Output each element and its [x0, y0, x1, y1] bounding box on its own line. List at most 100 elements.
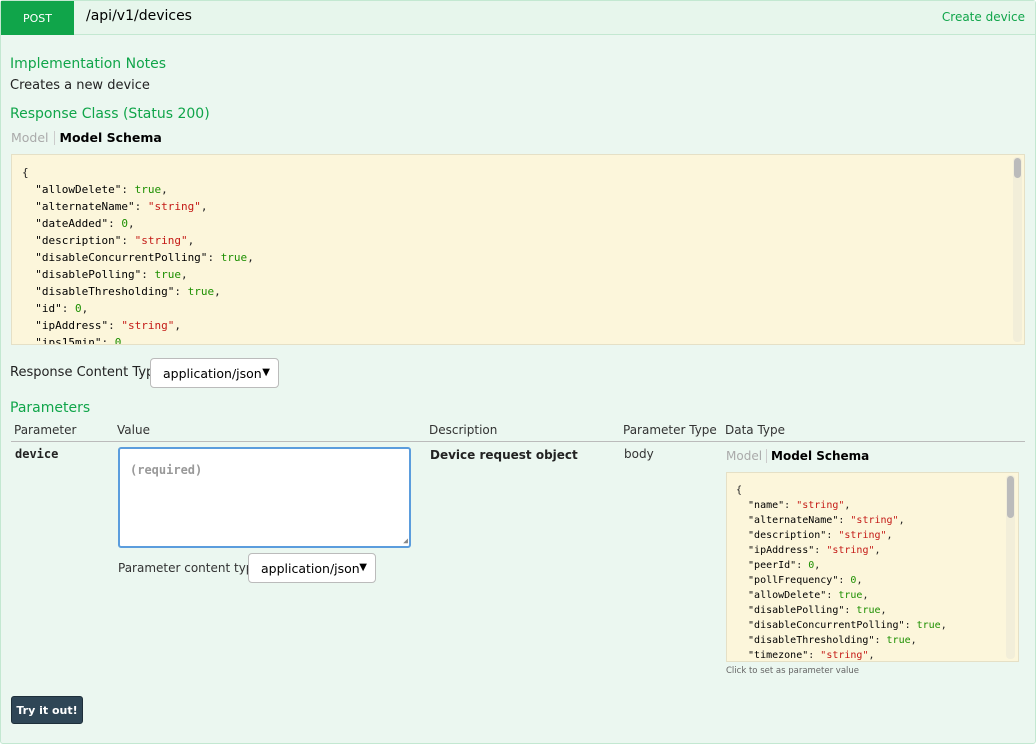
param-schema-key: "disableConcurrentPolling": [736, 620, 905, 631]
response-schema-key: "disableThresholding": [22, 285, 175, 298]
response-schema-value: true: [187, 285, 215, 298]
response-schema-line: "disableThresholding": true,: [22, 283, 1014, 300]
column-header-value: Value: [117, 423, 150, 437]
param-schema-colon: :: [796, 560, 809, 571]
param-schema-colon: :: [904, 620, 917, 631]
param-schema-key: "peerId": [736, 560, 797, 571]
response-schema-line: "id": 0,: [22, 300, 1014, 317]
implementation-notes-text: Creates a new device: [10, 78, 150, 93]
param-schema-line: "disablePolling": true,: [736, 603, 1009, 618]
param-schema-colon: :: [826, 530, 839, 541]
response-schema-value: "string": [134, 234, 188, 247]
response-schema-colon: :: [121, 234, 135, 247]
response-schema-colon: :: [141, 268, 155, 281]
response-schema-line: "disablePolling": true,: [22, 266, 1014, 283]
response-model-schema[interactable]: { "allowDelete": true, "alternateName": …: [11, 154, 1025, 345]
param-schema-value: true: [916, 620, 941, 631]
param-content-type-value: application/json: [261, 560, 360, 576]
http-method-badge[interactable]: POST: [1, 1, 74, 35]
param-schema-value: true: [886, 635, 911, 646]
operation-panel: POST /api/v1/devices Create device Imple…: [0, 0, 1036, 744]
param-schema-value: "string": [820, 650, 869, 661]
resize-handle-icon[interactable]: ◢: [403, 536, 408, 545]
param-schema-value: "string": [826, 545, 875, 556]
param-schema-line: "name": "string",: [736, 498, 1009, 513]
param-schema-line: "disableThresholding": true,: [736, 633, 1009, 648]
parameters-header-divider: [11, 441, 1025, 442]
response-schema-colon: :: [134, 200, 148, 213]
param-schema-comma: ,: [898, 515, 905, 526]
param-content-type-select[interactable]: application/json ▼: [248, 553, 376, 583]
column-header-parameter-type: Parameter Type: [623, 423, 717, 437]
tab-divider: [766, 449, 768, 463]
tab-model[interactable]: Model: [11, 130, 49, 145]
param-schema-comma: ,: [940, 620, 947, 631]
response-schema-line: "ips15min": 0,: [22, 334, 1014, 345]
param-tab-model-schema[interactable]: Model Schema: [771, 449, 869, 463]
param-schema-value: "string": [796, 500, 845, 511]
param-schema-scroll-thumb[interactable]: [1007, 476, 1014, 518]
response-schema-colon: :: [121, 183, 135, 196]
response-schema-key: "dateAdded": [22, 217, 109, 230]
param-schema-colon: :: [784, 500, 797, 511]
param-schema-key: "allowDelete": [736, 590, 827, 601]
param-tab-model[interactable]: Model: [726, 449, 762, 463]
param-schema-key: "pollFrequency": [736, 575, 839, 586]
chevron-down-icon: ▼: [262, 367, 270, 378]
param-value-textarea[interactable]: (required) ◢: [118, 447, 411, 548]
response-schema-value: 0: [121, 217, 128, 230]
param-schema-comma: ,: [856, 575, 863, 586]
param-schema-hint: Click to set as parameter value: [726, 666, 860, 676]
response-schema-colon: :: [174, 285, 188, 298]
operation-heading[interactable]: POST /api/v1/devices Create device: [1, 1, 1035, 35]
try-it-out-button[interactable]: Try it out!: [11, 696, 83, 724]
response-schema-value: true: [134, 183, 162, 196]
tab-model-schema[interactable]: Model Schema: [60, 130, 162, 145]
response-class-heading: Response Class (Status 200): [10, 106, 210, 122]
param-type: body: [624, 447, 654, 461]
implementation-notes-heading: Implementation Notes: [10, 56, 167, 72]
response-schema-comma: ,: [214, 285, 221, 298]
endpoint-path[interactable]: /api/v1/devices: [86, 8, 192, 24]
column-header-data-type: Data Type: [725, 423, 786, 437]
chevron-down-icon: ▼: [359, 562, 367, 573]
response-schema-comma: ,: [200, 200, 208, 213]
param-schema-code: { "name": "string", "alternateName": "st…: [727, 473, 1018, 661]
response-schema-colon: :: [101, 336, 115, 345]
response-schema-comma: ,: [247, 251, 254, 264]
param-model-schema[interactable]: { "name": "string", "alternateName": "st…: [726, 472, 1019, 662]
response-schema-comma: ,: [180, 268, 188, 281]
response-schema-key: "allowDelete": [22, 183, 122, 196]
response-content-type-select[interactable]: application/json ▼: [150, 358, 279, 388]
response-schema-key: "disableConcurrentPolling": [22, 251, 208, 264]
param-schema-line: "pollFrequency": 0,: [736, 573, 1009, 588]
param-schema-comma: ,: [874, 545, 881, 556]
response-content-type-label: Response Content Type: [10, 365, 163, 380]
param-schema-comma: ,: [868, 650, 875, 661]
param-schema-colon: :: [814, 545, 827, 556]
param-schema-line: "description": "string",: [736, 528, 1009, 543]
param-schema-scrollbar[interactable]: [1006, 475, 1015, 659]
param-schema-line: "ipAddress": "string",: [736, 543, 1009, 558]
operation-summary-link[interactable]: Create device: [942, 10, 1025, 24]
param-schema-comma: ,: [862, 590, 869, 601]
response-schema-scrollbar[interactable]: [1013, 157, 1022, 342]
response-schema-value: "string": [121, 319, 175, 332]
param-schema-comma: ,: [880, 605, 887, 616]
param-schema-line: "allowDelete": true,: [736, 588, 1009, 603]
param-schema-comma: ,: [886, 530, 893, 541]
param-content-type-label: Parameter content type:: [118, 561, 265, 575]
response-schema-scroll-thumb[interactable]: [1014, 158, 1021, 178]
tab-divider: [53, 130, 55, 145]
param-schema-line: "peerId": 0,: [736, 558, 1009, 573]
param-schema-line: "disableConcurrentPolling": true,: [736, 618, 1009, 633]
response-schema-line: "allowDelete": true,: [22, 181, 1014, 198]
response-schema-code: { "allowDelete": true, "alternateName": …: [12, 155, 1024, 345]
param-schema-key: "ipAddress": [736, 545, 815, 556]
response-schema-key: "ipAddress": [22, 319, 109, 332]
response-signature-tabs: Model Model Schema: [11, 130, 162, 145]
param-schema-line: "alternateName": "string",: [736, 513, 1009, 528]
param-schema-open-brace: {: [736, 485, 743, 496]
param-schema-colon: :: [838, 575, 851, 586]
param-schema-key: "alternateName": [736, 515, 839, 526]
